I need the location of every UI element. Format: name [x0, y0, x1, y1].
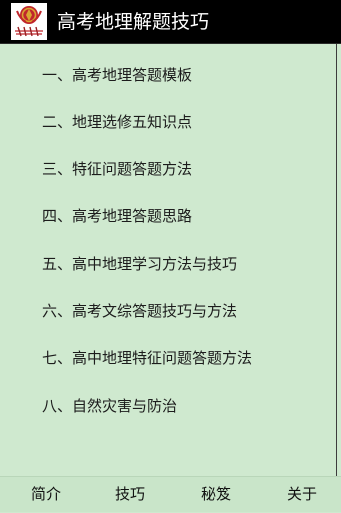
- tab-tips[interactable]: 技巧: [90, 477, 170, 513]
- menu-item-label: 三、特征问题答题方法: [42, 160, 193, 178]
- menu-item-label: 二、地理选修五知识点: [42, 113, 193, 131]
- menu-item-label: 七、高中地理特征问题答题方法: [42, 349, 253, 367]
- menu-item-7[interactable]: 七、高中地理特征问题答题方法: [0, 336, 330, 380]
- menu-item-label: 五、高中地理学习方法与技巧: [42, 255, 238, 273]
- menu-item-6[interactable]: 六、高考文综答题技巧与方法: [0, 289, 330, 333]
- app-logo-icon: [11, 3, 47, 40]
- tab-label: 简介: [30, 485, 61, 503]
- menu-item-8[interactable]: 八、自然灾害与防治: [0, 384, 330, 428]
- menu-item-label: 六、高考文综答题技巧与方法: [42, 302, 238, 320]
- menu-list: 一、高考地理答题模板 二、地理选修五知识点 三、特征问题答题方法 四、高考地理答…: [0, 44, 341, 476]
- menu-item-label: 八、自然灾害与防治: [42, 397, 178, 415]
- scrollbar-track: [336, 44, 337, 476]
- tab-label: 关于: [286, 485, 317, 503]
- menu-item-label: 四、高考地理答题思路: [42, 207, 193, 225]
- menu-item-2[interactable]: 二、地理选修五知识点: [0, 100, 330, 144]
- menu-item-1[interactable]: 一、高考地理答题模板: [0, 53, 330, 97]
- tab-about[interactable]: 关于: [262, 477, 341, 513]
- menu-item-3[interactable]: 三、特征问题答题方法: [0, 147, 330, 191]
- menu-item-4[interactable]: 四、高考地理答题思路: [0, 194, 330, 238]
- menu-item-5[interactable]: 五、高中地理学习方法与技巧: [0, 242, 330, 286]
- app-title: 高考地理解题技巧: [57, 11, 210, 33]
- tab-label: 秘笈: [200, 485, 231, 503]
- title-bar: 高考地理解题技巧: [0, 0, 341, 44]
- tab-intro[interactable]: 简介: [6, 477, 86, 513]
- tab-secrets[interactable]: 秘笈: [176, 477, 256, 513]
- bottom-tab-bar: 简介 技巧 秘笈 关于: [0, 476, 341, 512]
- menu-item-label: 一、高考地理答题模板: [42, 66, 193, 84]
- tab-label: 技巧: [114, 485, 145, 503]
